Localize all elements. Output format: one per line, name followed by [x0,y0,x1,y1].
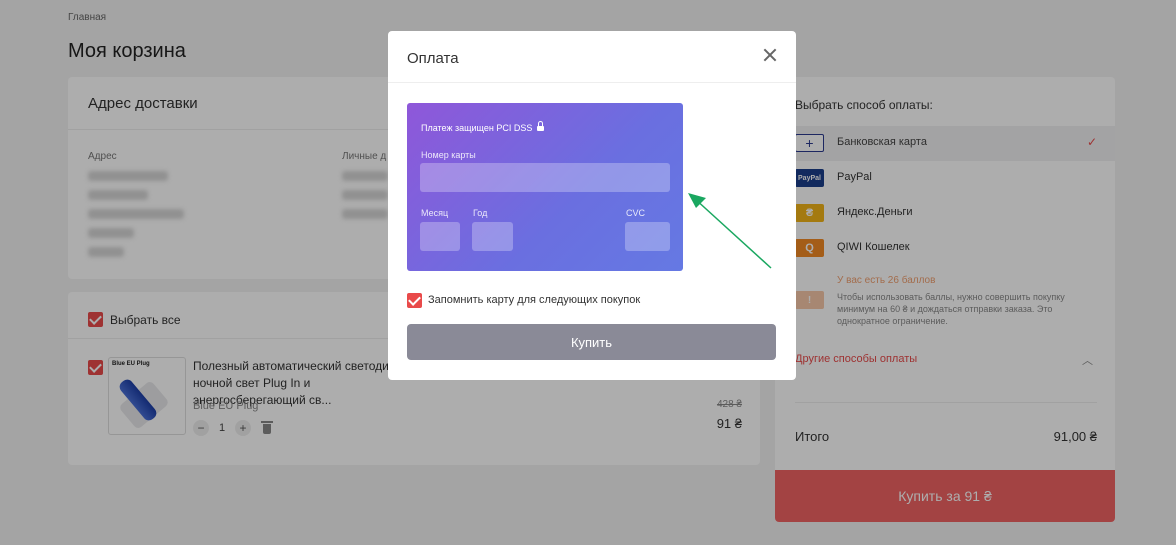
pci-text: Платеж защищен PCI DSS [421,123,533,133]
cvc-input[interactable] [625,222,670,251]
year-label: Год [473,208,488,218]
card-form: Платеж защищен PCI DSS Номер карты Месяц… [407,103,683,271]
card-number-input[interactable] [420,163,670,192]
lock-icon [537,121,545,132]
card-number-label: Номер карты [421,150,476,160]
month-label: Месяц [421,208,449,218]
month-input[interactable] [420,222,460,251]
remember-card-checkbox[interactable] [407,293,422,308]
divider [388,82,796,83]
buy-button[interactable]: Купить [407,324,776,360]
close-icon[interactable] [762,47,778,63]
cvc-label: CVC [626,208,646,218]
annotation-arrow-icon [688,193,772,269]
year-input[interactable] [472,222,513,251]
pci-notice: Платеж защищен PCI DSS [421,121,545,133]
remember-card-label: Запомнить карту для следующих покупок [428,294,641,306]
modal-title: Оплата [407,50,459,67]
